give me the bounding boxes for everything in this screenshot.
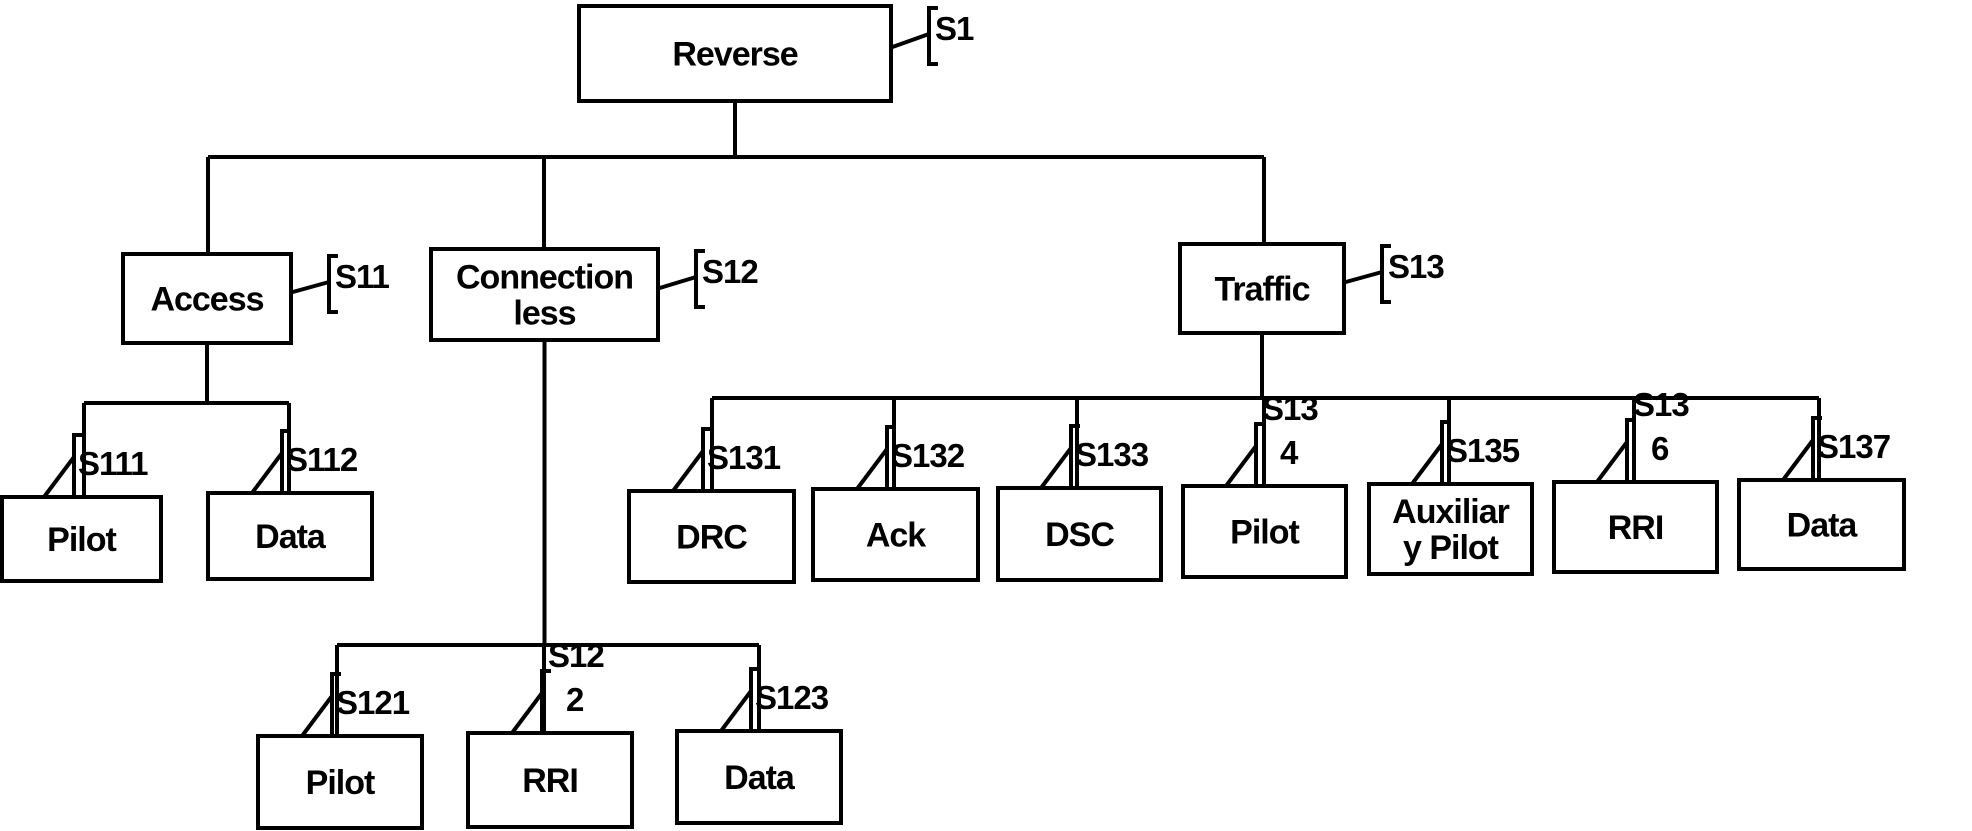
- reference-tag: S112: [250, 429, 359, 495]
- reference-tag: S136: [1595, 386, 1690, 484]
- tag-label: S121: [336, 684, 410, 721]
- reference-tag: S133: [1039, 424, 1150, 490]
- node-label: Connection: [456, 259, 633, 297]
- node-reverse: Reverse S1: [577, 4, 975, 103]
- tag-label: S11: [335, 258, 390, 295]
- tag-label: S13: [1262, 390, 1318, 427]
- tag-label: 4: [1280, 434, 1299, 471]
- leader-line: [1595, 440, 1629, 484]
- tag-label: 6: [1651, 430, 1669, 467]
- node-access-pilot: Pilot S111: [0, 433, 163, 583]
- reference-tag: S111: [42, 433, 149, 499]
- node-label: Access: [150, 281, 263, 319]
- node-cl-rri: RRIS122: [466, 637, 634, 829]
- tag-label: S112: [286, 441, 358, 478]
- tag-label: S13: [1388, 248, 1444, 285]
- node-access-data: Data S112: [206, 429, 374, 581]
- tag-label: S12: [702, 253, 758, 290]
- leader-line: [290, 280, 330, 295]
- reference-tag: S135: [1410, 420, 1521, 486]
- tree-diagram: Reverse S1 Access S11 Pilot S111 Data S112 Conne…: [0, 4, 1906, 830]
- node-tr-drc: DRC S131: [627, 427, 796, 584]
- node-label: Data: [255, 518, 327, 556]
- reference-tag: S137: [1781, 416, 1891, 482]
- reference-tag: S12: [657, 249, 759, 309]
- node-tr-data: Data S137: [1737, 416, 1906, 571]
- node-label: less: [513, 295, 575, 333]
- tag-label: S1: [935, 10, 974, 47]
- node-tr-dsc: DSC S133: [996, 424, 1163, 582]
- reference-tag: S121: [300, 672, 411, 738]
- leader-line: [719, 689, 753, 733]
- reference-tag: S134: [1224, 390, 1319, 488]
- leader-line: [1039, 446, 1073, 490]
- tag-label: S12: [548, 637, 604, 674]
- node-tr-ack: Ack S132: [811, 425, 980, 582]
- leader-line: [671, 449, 705, 493]
- node-traffic: Traffic S13: [1178, 242, 1445, 335]
- tag-label: S135: [1446, 432, 1520, 469]
- node-label: Data: [724, 759, 796, 797]
- node-label: Ack: [866, 517, 926, 555]
- reference-tag: S13: [1343, 244, 1445, 304]
- tag-label: S13: [1633, 386, 1689, 423]
- tag-label: 2: [566, 681, 584, 718]
- leader-line: [890, 32, 930, 50]
- leader-line: [510, 691, 544, 735]
- leader-line: [1781, 438, 1815, 482]
- reference-tag: S122: [510, 637, 605, 735]
- reference-tag: S123: [719, 667, 830, 733]
- node-label: y Pilot: [1403, 529, 1499, 567]
- tag-label: S137: [1817, 428, 1890, 465]
- leader-line: [1410, 442, 1444, 486]
- node-label: RRI: [1608, 509, 1664, 547]
- leader-line: [1343, 270, 1383, 285]
- node-label: Traffic: [1214, 271, 1309, 309]
- leader-line: [1224, 444, 1258, 488]
- node-label: DSC: [1045, 516, 1114, 554]
- tag-label: S133: [1075, 436, 1149, 473]
- leader-line: [657, 275, 697, 291]
- node-label: Pilot: [1230, 514, 1299, 552]
- reference-tag: S131: [671, 427, 782, 493]
- tag-label: S123: [755, 679, 829, 716]
- node-label: Data: [1787, 507, 1859, 545]
- node-access: Access S11: [121, 252, 391, 345]
- leader-line: [250, 451, 284, 495]
- node-tr-aux-pilot: Auxiliary Pilot S135: [1367, 420, 1534, 576]
- reference-tag: S1: [890, 6, 975, 66]
- node-label: Reverse: [672, 36, 797, 74]
- tag-label: S131: [707, 439, 781, 476]
- reference-tag: S11: [290, 254, 391, 314]
- node-label: Pilot: [306, 764, 375, 802]
- node-connectionless: Connectionless S12: [429, 247, 759, 342]
- node-label: RRI: [522, 762, 578, 800]
- node-cl-data: Data S123: [675, 667, 843, 825]
- tag-label: S111: [78, 445, 148, 482]
- tag-label: S132: [891, 437, 965, 474]
- node-label: DRC: [676, 519, 747, 557]
- tag-bracket: [540, 669, 554, 735]
- reference-tag: S132: [855, 425, 966, 491]
- node-cl-pilot: Pilot S121: [256, 672, 424, 830]
- node-label: Pilot: [47, 521, 116, 559]
- leader-line: [300, 694, 334, 738]
- leader-line: [42, 455, 76, 499]
- node-label: Auxiliar: [1392, 493, 1509, 531]
- leader-line: [855, 447, 889, 491]
